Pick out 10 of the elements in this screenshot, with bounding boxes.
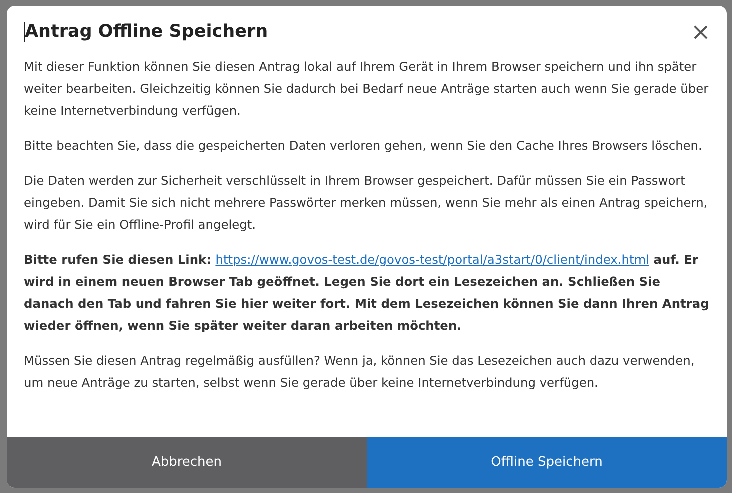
paragraph: Bitte rufen Sie diesen Link: https://www.govos-test.de/govos-test/portal/a3start/0/client/index.html auf. Er wird in einem neuen Browser Tab geöffnet. Legen Sie dort ein Lesezeichen an. Schließen Sie danach den Tab und fahren Sie hier weiter fort. Mit dem Lesezeichen können Sie dann Ihren Antrag wieder öffnen, wenn Sie später weiter daran arbeiten möchten. xyxy=(24,252,710,335)
save-button[interactable]: Offline Speichern xyxy=(367,437,727,488)
dialog-title: Antrag Offline Speichern xyxy=(24,22,268,42)
close-button[interactable]: × xyxy=(688,22,713,42)
paragraph: Die Daten werden zur Sicherheit verschlüsselt in Ihrem Browser gespeichert. Dafür müssen Sie ein Passwort eingeben. Damit Sie sich nicht mehrere Passwörter merken müssen, wenn Sie mehr als einen Antrag speichern, wird für Sie ein Offline-Profil angelegt. xyxy=(24,173,709,234)
link[interactable]: https://www.govos-test.de/govos-test/portal/a3start/0/client/index.html xyxy=(216,253,650,267)
paragraph: Mit dieser Funktion können Sie diesen Antrag lokal auf Ihrem Gerät in Ihrem Browser speichern und ihn später weiter bearbeiten. Gleichzeitig können Sie dadurch bei Bedarf neue Anträge starten auch wenn Sie gerade über keine Internetverbindung verfügen. xyxy=(24,59,710,120)
paragraph: Müssen Sie diesen Antrag regelmäßig ausfüllen? Wenn ja, können Sie das Lesezeichen auch dazu verwenden, um neue Anträge zu starten, selbst wenn Sie gerade über keine Internetverbindung verfügen. xyxy=(24,353,696,392)
cancel-button[interactable]: Abbrechen xyxy=(7,437,367,488)
paragraph: Bitte beachten Sie, dass die gespeicherten Daten verloren gehen, wenn Sie den Cache Ihres Browsers löschen. xyxy=(24,138,704,155)
